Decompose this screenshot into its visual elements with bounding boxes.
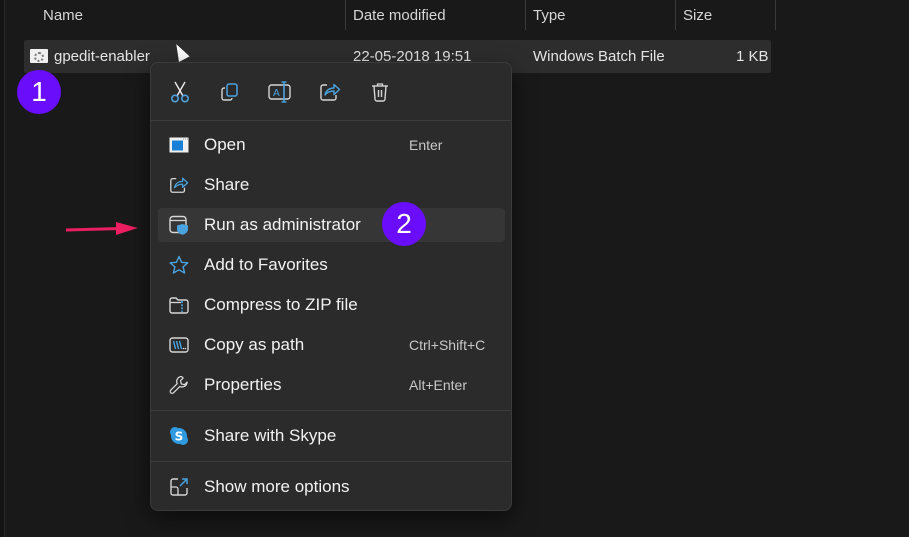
svg-text:A: A [273,88,280,99]
share-button[interactable] [315,77,345,107]
file-type: Windows Batch File [533,48,665,65]
menu-item-shortcut: Alt+Enter [409,377,467,393]
menu-divider [151,410,511,411]
zip-folder-icon [169,295,189,315]
share-icon [320,83,341,101]
column-name[interactable]: Name [35,0,345,32]
open-window-icon [169,135,189,155]
menu-divider [151,461,511,462]
menu-item-share-with-skype[interactable]: S Share with Skype [158,419,505,453]
file-name: gpedit-enabler [54,48,150,65]
cut-button[interactable] [165,77,195,107]
skype-icon: S [169,426,189,446]
rename-button[interactable]: A [265,77,295,107]
menu-item-compress-zip[interactable]: Compress to ZIP file [158,288,505,322]
shield-window-icon [169,215,189,235]
batch-file-icon [30,49,48,63]
column-type[interactable]: Type [525,0,675,32]
step-badge-1: 1 [17,70,61,114]
trash-icon [372,83,388,102]
column-size[interactable]: Size [675,0,775,32]
delete-button[interactable] [365,77,395,107]
column-separator[interactable] [775,0,776,30]
menu-item-label: Show more options [204,477,350,496]
menu-item-run-as-administrator[interactable]: Run as administrator [158,208,505,242]
copy-icon [221,83,238,101]
column-header: Name Date modified Type Size [0,0,909,32]
context-menu-toolbar: A [151,63,511,120]
expand-icon [169,477,189,497]
menu-item-label: Share with Skype [204,426,337,445]
copy-button[interactable] [215,77,245,107]
star-icon [169,255,189,275]
scissors-icon [170,81,190,103]
share-icon [169,175,189,195]
menu-item-shortcut: Enter [409,137,443,153]
svg-text:S: S [175,430,184,444]
menu-item-label: Properties [204,375,282,394]
menu-item-properties[interactable]: Properties Alt+Enter [158,368,505,402]
context-menu: A Open Enter Share Run as administrator … [150,62,512,511]
menu-item-shortcut: Ctrl+Shift+C [409,337,486,353]
wrench-icon [169,375,189,395]
copy-path-icon [169,335,189,355]
rename-icon: A [268,81,291,103]
step-badge-2: 2 [382,202,426,246]
navigation-pane-edge [0,0,5,537]
menu-item-add-to-favorites[interactable]: Add to Favorites [158,248,505,282]
menu-item-open[interactable]: Open Enter [158,128,505,162]
menu-item-share[interactable]: Share [158,168,505,202]
menu-item-label: Add to Favorites [204,255,328,274]
file-size: 1 KB [736,48,769,65]
menu-divider [151,120,511,121]
menu-item-label: Run as administrator [204,215,361,234]
column-date-modified[interactable]: Date modified [345,0,525,32]
menu-item-label: Compress to ZIP file [204,295,358,314]
menu-item-show-more-options[interactable]: Show more options [158,470,505,504]
menu-item-label: Share [204,175,250,194]
pointer-arrow-icon [66,222,138,235]
menu-item-label: Open [204,135,246,154]
menu-item-copy-as-path[interactable]: Copy as path Ctrl+Shift+C [158,328,505,362]
menu-item-label: Copy as path [204,335,305,354]
